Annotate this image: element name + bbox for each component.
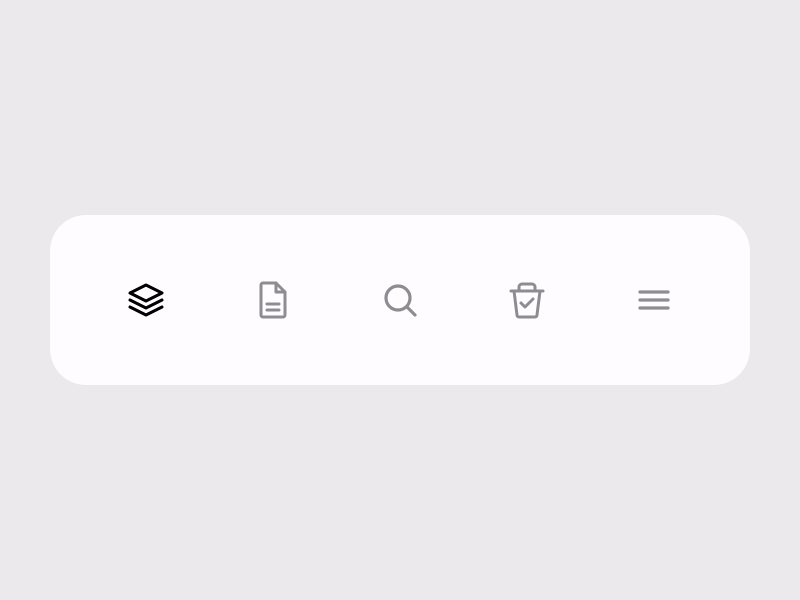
- tab-documents[interactable]: [249, 276, 297, 324]
- tab-search[interactable]: [376, 276, 424, 324]
- tab-basket[interactable]: [503, 276, 551, 324]
- search-icon: [384, 284, 417, 317]
- tab-menu[interactable]: [630, 276, 678, 324]
- menu-icon: [638, 290, 670, 310]
- bottom-tab-bar: [50, 215, 750, 385]
- layers-icon: [128, 283, 164, 317]
- tab-layers[interactable]: [122, 276, 170, 324]
- basket-check-icon: [509, 282, 545, 319]
- document-icon: [259, 281, 287, 319]
